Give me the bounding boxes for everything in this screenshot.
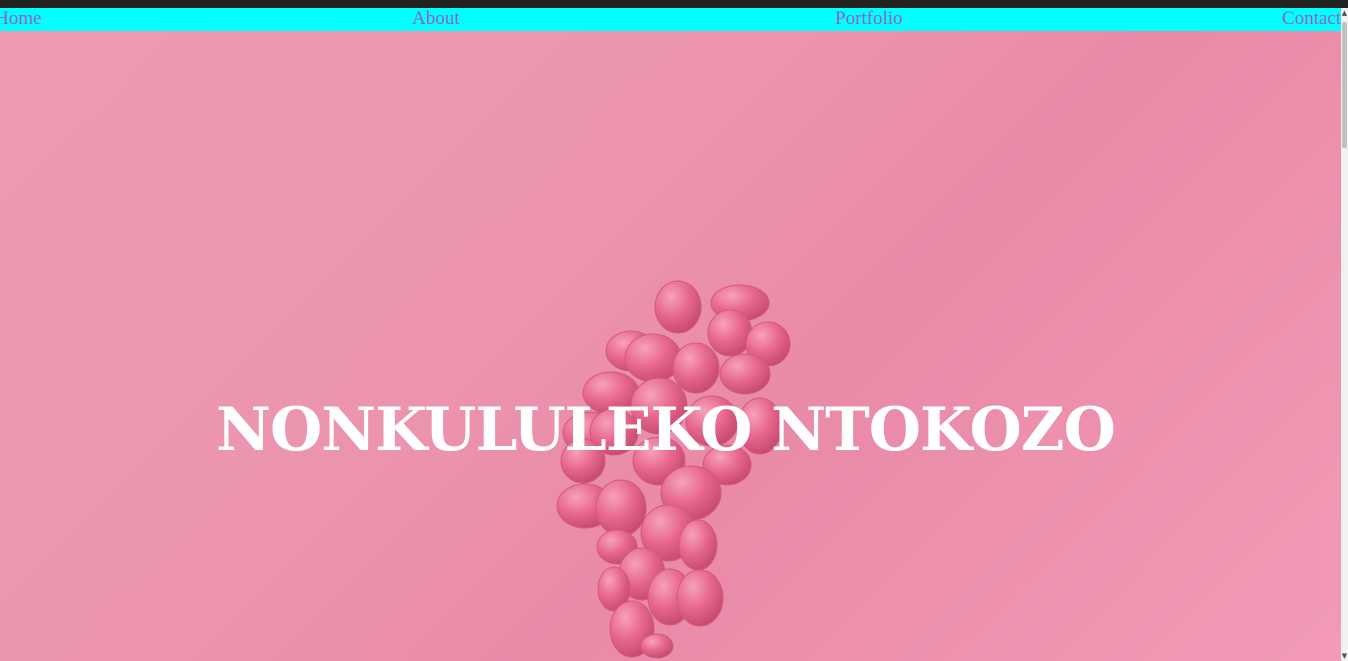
top-navbar: Home About Portfolio Contact <box>0 8 1341 31</box>
scrollbar-thumb[interactable] <box>1342 22 1347 148</box>
nav-link-portfolio[interactable]: Portfolio <box>835 8 903 30</box>
scroll-up-arrow-icon[interactable]: ▲ <box>1341 8 1348 18</box>
pink-grapes-image <box>556 280 791 659</box>
page-viewport: Home About Portfolio Contact NONKULULEKO… <box>0 8 1341 661</box>
nav-link-contact[interactable]: Contact <box>1282 8 1341 30</box>
nav-link-home[interactable]: Home <box>0 8 41 30</box>
browser-top-strip <box>0 0 1348 8</box>
hero-section: NONKULULEKO NTOKOZO <box>0 31 1341 661</box>
nav-link-about[interactable]: About <box>412 8 460 30</box>
scroll-down-arrow-icon[interactable]: ▼ <box>1341 651 1348 661</box>
hero-title: NONKULULEKO NTOKOZO <box>216 395 1116 466</box>
vertical-scrollbar[interactable]: ▲ ▼ <box>1341 8 1348 661</box>
